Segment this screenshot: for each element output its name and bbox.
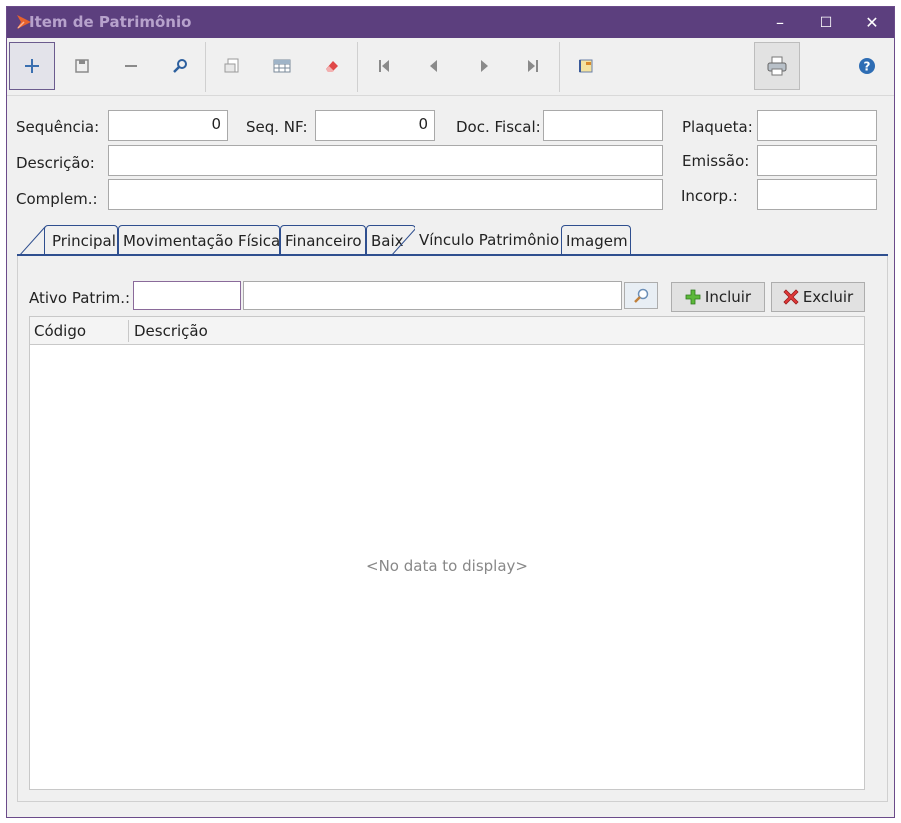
grid-button[interactable]: [259, 42, 305, 90]
ativo-description-field[interactable]: [243, 281, 622, 310]
seq-nf-field[interactable]: 0: [315, 110, 435, 141]
toolbar: ?: [7, 38, 894, 96]
doc-fiscal-label: Doc. Fiscal:: [456, 118, 541, 136]
last-record-button[interactable]: [510, 42, 556, 90]
save-button[interactable]: [59, 42, 105, 90]
search-icon: [173, 59, 187, 73]
help-button[interactable]: ?: [844, 42, 890, 90]
magnifier-icon: [634, 288, 649, 303]
plaqueta-label: Plaqueta:: [682, 118, 753, 136]
toolbar-separator: [357, 42, 358, 92]
plaqueta-field[interactable]: [757, 110, 877, 141]
tab-imagem[interactable]: Imagem: [561, 225, 631, 255]
column-divider[interactable]: [128, 320, 129, 342]
maximize-button[interactable]: ☐: [803, 7, 849, 38]
tab-strip: Principal Movimentação Física Financeiro…: [17, 221, 888, 256]
descricao-label: Descrição:: [16, 154, 95, 172]
doc-fiscal-field[interactable]: [543, 110, 663, 141]
sequencia-field[interactable]: 0: [108, 110, 228, 141]
minimize-button[interactable]: –: [757, 7, 803, 38]
txt-export-icon: [224, 58, 239, 73]
sequencia-label: Sequência:: [16, 118, 100, 136]
print-icon: [767, 56, 787, 76]
export-txt-button[interactable]: [209, 42, 255, 90]
next-record-button[interactable]: [461, 42, 507, 90]
previous-record-button[interactable]: [411, 42, 457, 90]
excluir-button[interactable]: Excluir: [771, 282, 865, 312]
tab-principal[interactable]: Principal: [44, 225, 118, 255]
svg-text:?: ?: [864, 60, 871, 74]
grid-icon: [273, 59, 291, 73]
search-button[interactable]: [157, 42, 203, 90]
incluir-button[interactable]: Incluir: [671, 282, 765, 312]
ativo-code-field[interactable]: [133, 281, 241, 310]
remove-button[interactable]: [108, 42, 154, 90]
ativo-patrim-label: Ativo Patrim.:: [29, 289, 131, 307]
first-record-button[interactable]: [361, 42, 407, 90]
tab-vinculo-patrimonio[interactable]: Vínculo Patrimônio: [415, 223, 561, 256]
add-icon: [25, 59, 39, 73]
save-icon: [75, 59, 89, 73]
delete-icon: [783, 289, 799, 305]
window-title: Item de Patrimônio: [29, 13, 192, 31]
toolbar-separator: [559, 42, 560, 92]
incorp-field[interactable]: [757, 179, 877, 210]
eraser-icon: [326, 61, 338, 72]
incorp-label: Incorp.:: [681, 187, 738, 205]
add-button[interactable]: [9, 42, 55, 90]
emissao-field[interactable]: [757, 145, 877, 176]
column-header-descricao[interactable]: Descrição: [134, 322, 208, 340]
print-button[interactable]: [754, 42, 800, 90]
plus-icon: [685, 289, 701, 305]
tab-financeiro[interactable]: Financeiro: [280, 225, 366, 255]
lookup-button[interactable]: [624, 282, 658, 309]
last-icon: [528, 60, 538, 72]
vinculo-panel: Ativo Patrim.: Incluir Excluir Código De…: [17, 256, 888, 802]
remove-icon: [125, 65, 137, 67]
vinculo-grid[interactable]: Código Descrição <No data to display>: [29, 316, 865, 790]
close-button[interactable]: ✕: [849, 7, 895, 38]
first-icon: [379, 60, 389, 72]
toolbar-separator: [205, 42, 206, 92]
empty-grid-message: <No data to display>: [366, 557, 528, 575]
eraser-button[interactable]: [309, 42, 355, 90]
emissao-label: Emissão:: [682, 152, 750, 170]
complem-field[interactable]: [108, 179, 663, 210]
tab-movimentacao-fisica[interactable]: Movimentação Física: [118, 225, 280, 255]
report-icon: [579, 59, 593, 73]
complem-label: Complem.:: [16, 190, 98, 208]
main-window: Item de Patrimônio – ☐ ✕ ? Sequência: 0 …: [6, 6, 895, 818]
grid-header: Código Descrição: [30, 317, 864, 345]
report-button[interactable]: [563, 42, 609, 90]
prev-icon: [430, 60, 437, 72]
help-icon: ?: [859, 58, 875, 74]
seq-nf-label: Seq. NF:: [246, 118, 308, 136]
column-header-codigo[interactable]: Código: [34, 322, 86, 340]
next-icon: [481, 60, 488, 72]
descricao-field[interactable]: [108, 145, 663, 176]
title-bar[interactable]: Item de Patrimônio – ☐ ✕: [7, 7, 894, 38]
